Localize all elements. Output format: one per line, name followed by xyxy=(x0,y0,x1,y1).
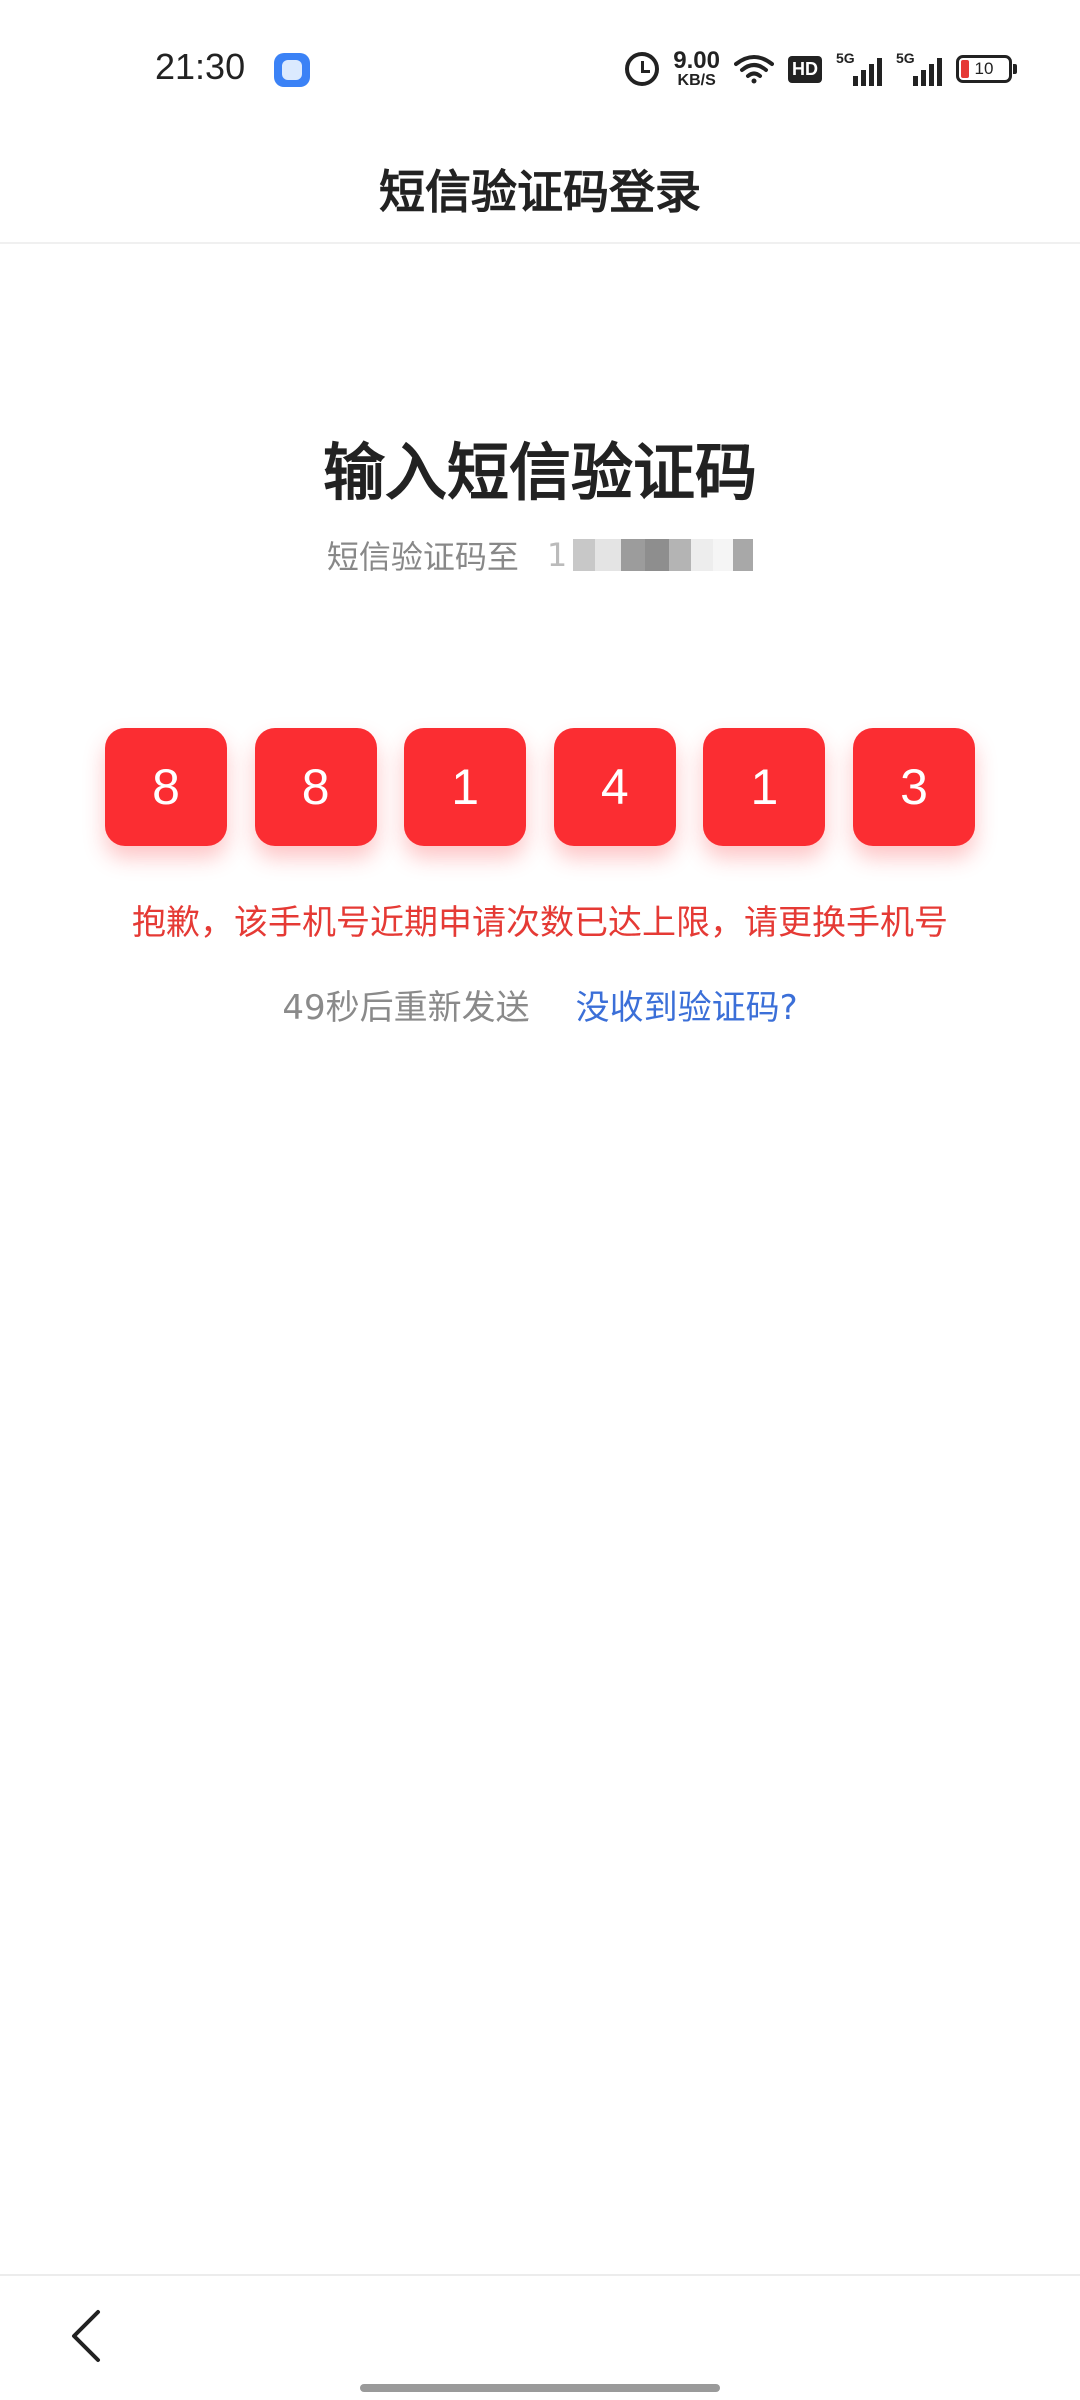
verification-code-input[interactable]: 8 8 1 4 1 3 xyxy=(105,728,975,846)
no-code-received-link[interactable]: 没收到验证码? xyxy=(576,980,798,1029)
resend-row: 49秒后重新发送 没收到验证码? xyxy=(0,980,1080,1029)
code-digit-1[interactable]: 8 xyxy=(105,728,227,846)
status-icons: 9.00 KB/S HD 5G 5G 10 xyxy=(625,44,1017,94)
sent-to-label: 短信验证码至 xyxy=(326,538,519,576)
wifi-icon xyxy=(734,54,774,84)
battery-icon: 10 xyxy=(956,55,1017,83)
signal-sim2-icon: 5G xyxy=(896,50,942,86)
bottom-navigation xyxy=(0,2274,1080,2400)
code-digit-6[interactable]: 3 xyxy=(852,728,975,846)
app-header: 短信验证码登录 xyxy=(0,130,1080,244)
status-bar: 21:30 9.00 KB/S HD 5G 5G 10 xyxy=(0,0,1080,130)
signal-sim1-icon: 5G xyxy=(836,50,882,86)
network-speed: 9.00 KB/S xyxy=(673,47,720,89)
home-indicator[interactable] xyxy=(360,2384,720,2392)
error-message: 抱歉，该手机号近期申请次数已达上限，请更换手机号 xyxy=(132,903,948,943)
resend-countdown: 49秒后重新发送 xyxy=(282,988,530,1028)
hd-voice-icon: HD xyxy=(788,55,822,83)
code-digit-4[interactable]: 4 xyxy=(553,728,676,846)
phone-info-row: 短信验证码至 1 xyxy=(0,532,1080,578)
chevron-left-icon xyxy=(72,2310,100,2362)
masked-phone-number: 1 xyxy=(546,536,754,574)
signal-sim1-label: 5G xyxy=(836,50,855,66)
code-digit-5[interactable]: 1 xyxy=(703,728,826,846)
network-speed-value: 9.00 xyxy=(673,47,720,74)
status-time: 21:30 xyxy=(155,46,246,87)
alarm-icon xyxy=(625,52,660,86)
main-heading: 输入短信验证码 xyxy=(322,436,757,509)
app-notification-icon xyxy=(274,53,310,87)
back-button[interactable] xyxy=(60,2306,120,2366)
signal-sim2-label: 5G xyxy=(896,50,915,66)
network-speed-unit: KB/S xyxy=(677,71,716,89)
phone-visible-prefix: 1 xyxy=(546,536,568,574)
code-digit-3[interactable]: 1 xyxy=(404,728,527,846)
battery-level: 10 xyxy=(974,59,994,78)
code-digit-2[interactable]: 8 xyxy=(254,728,377,846)
page-title: 短信验证码登录 xyxy=(379,165,701,219)
